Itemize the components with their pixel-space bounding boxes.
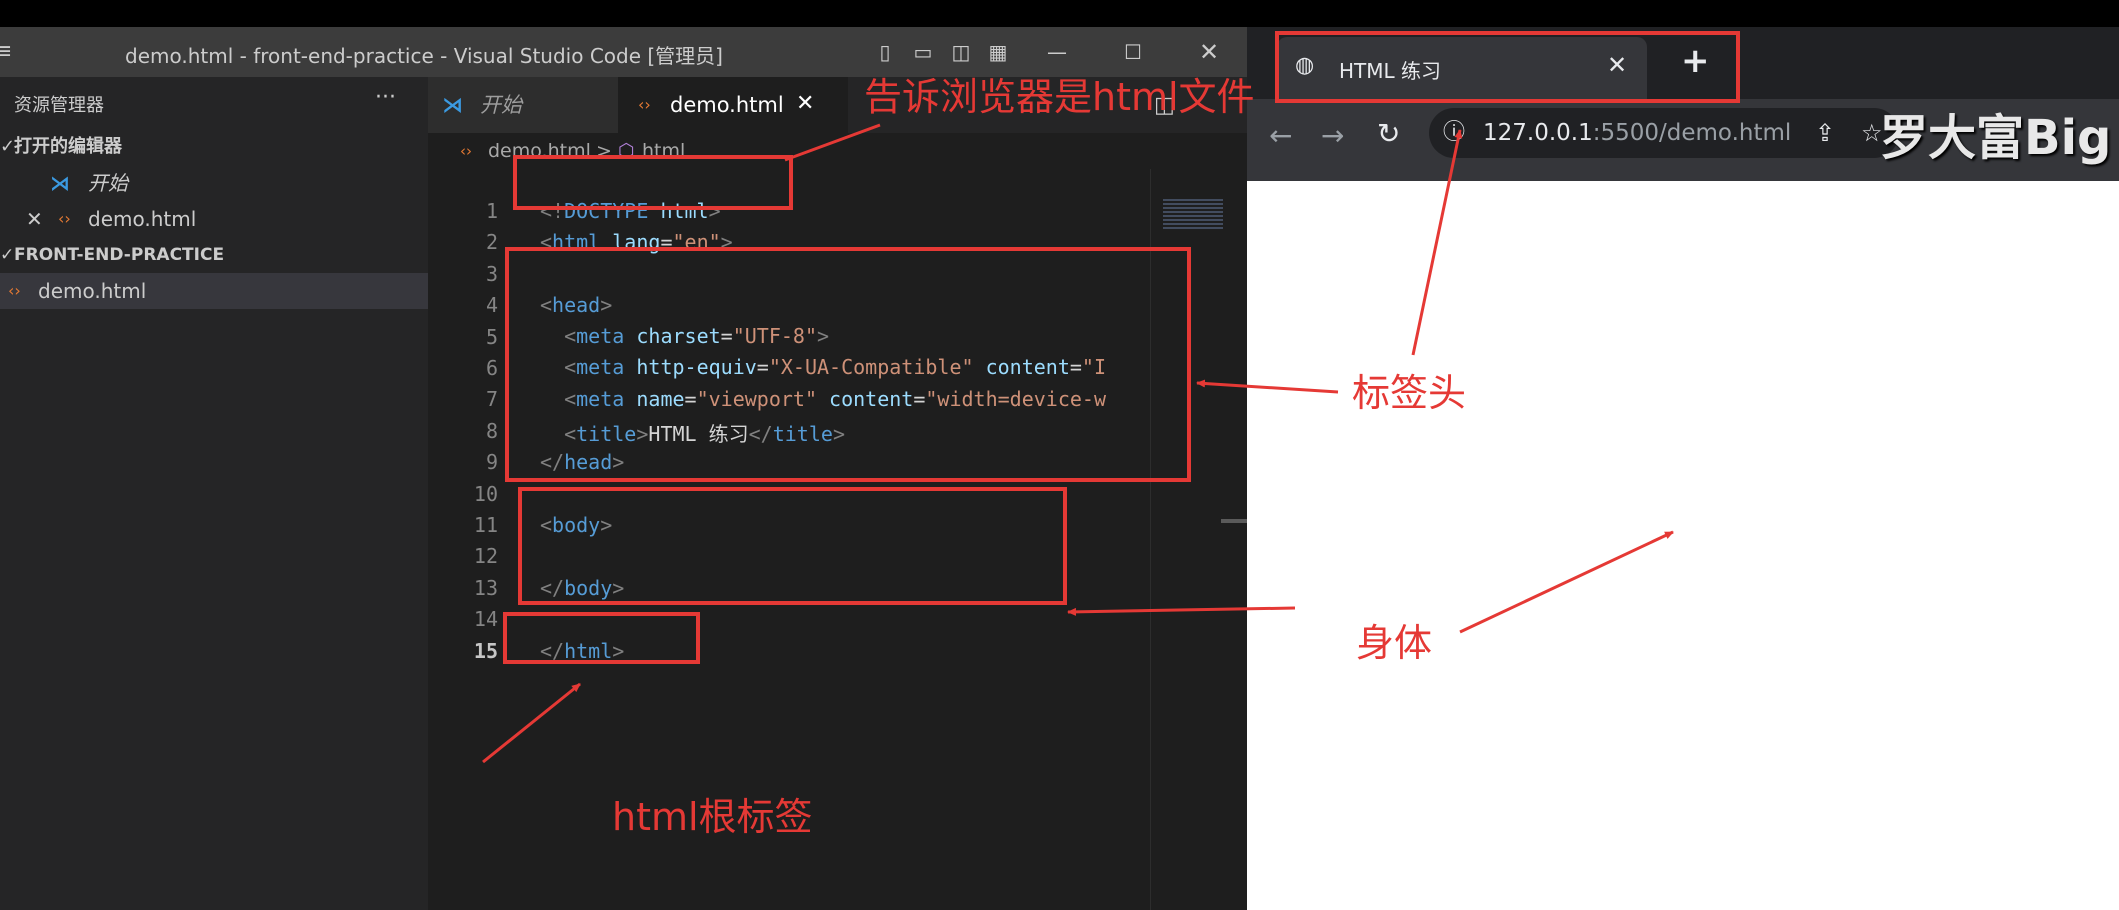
- arrow-body: [1067, 606, 1296, 616]
- arrow-body-page: [1459, 530, 1674, 634]
- annotation-arrows: [482, 123, 1674, 764]
- arrow-html-root: [482, 682, 581, 764]
- arrow-doctype: [784, 123, 881, 162]
- arrow-browser-tab: [1411, 129, 1463, 356]
- arrow-head: [1196, 379, 1339, 394]
